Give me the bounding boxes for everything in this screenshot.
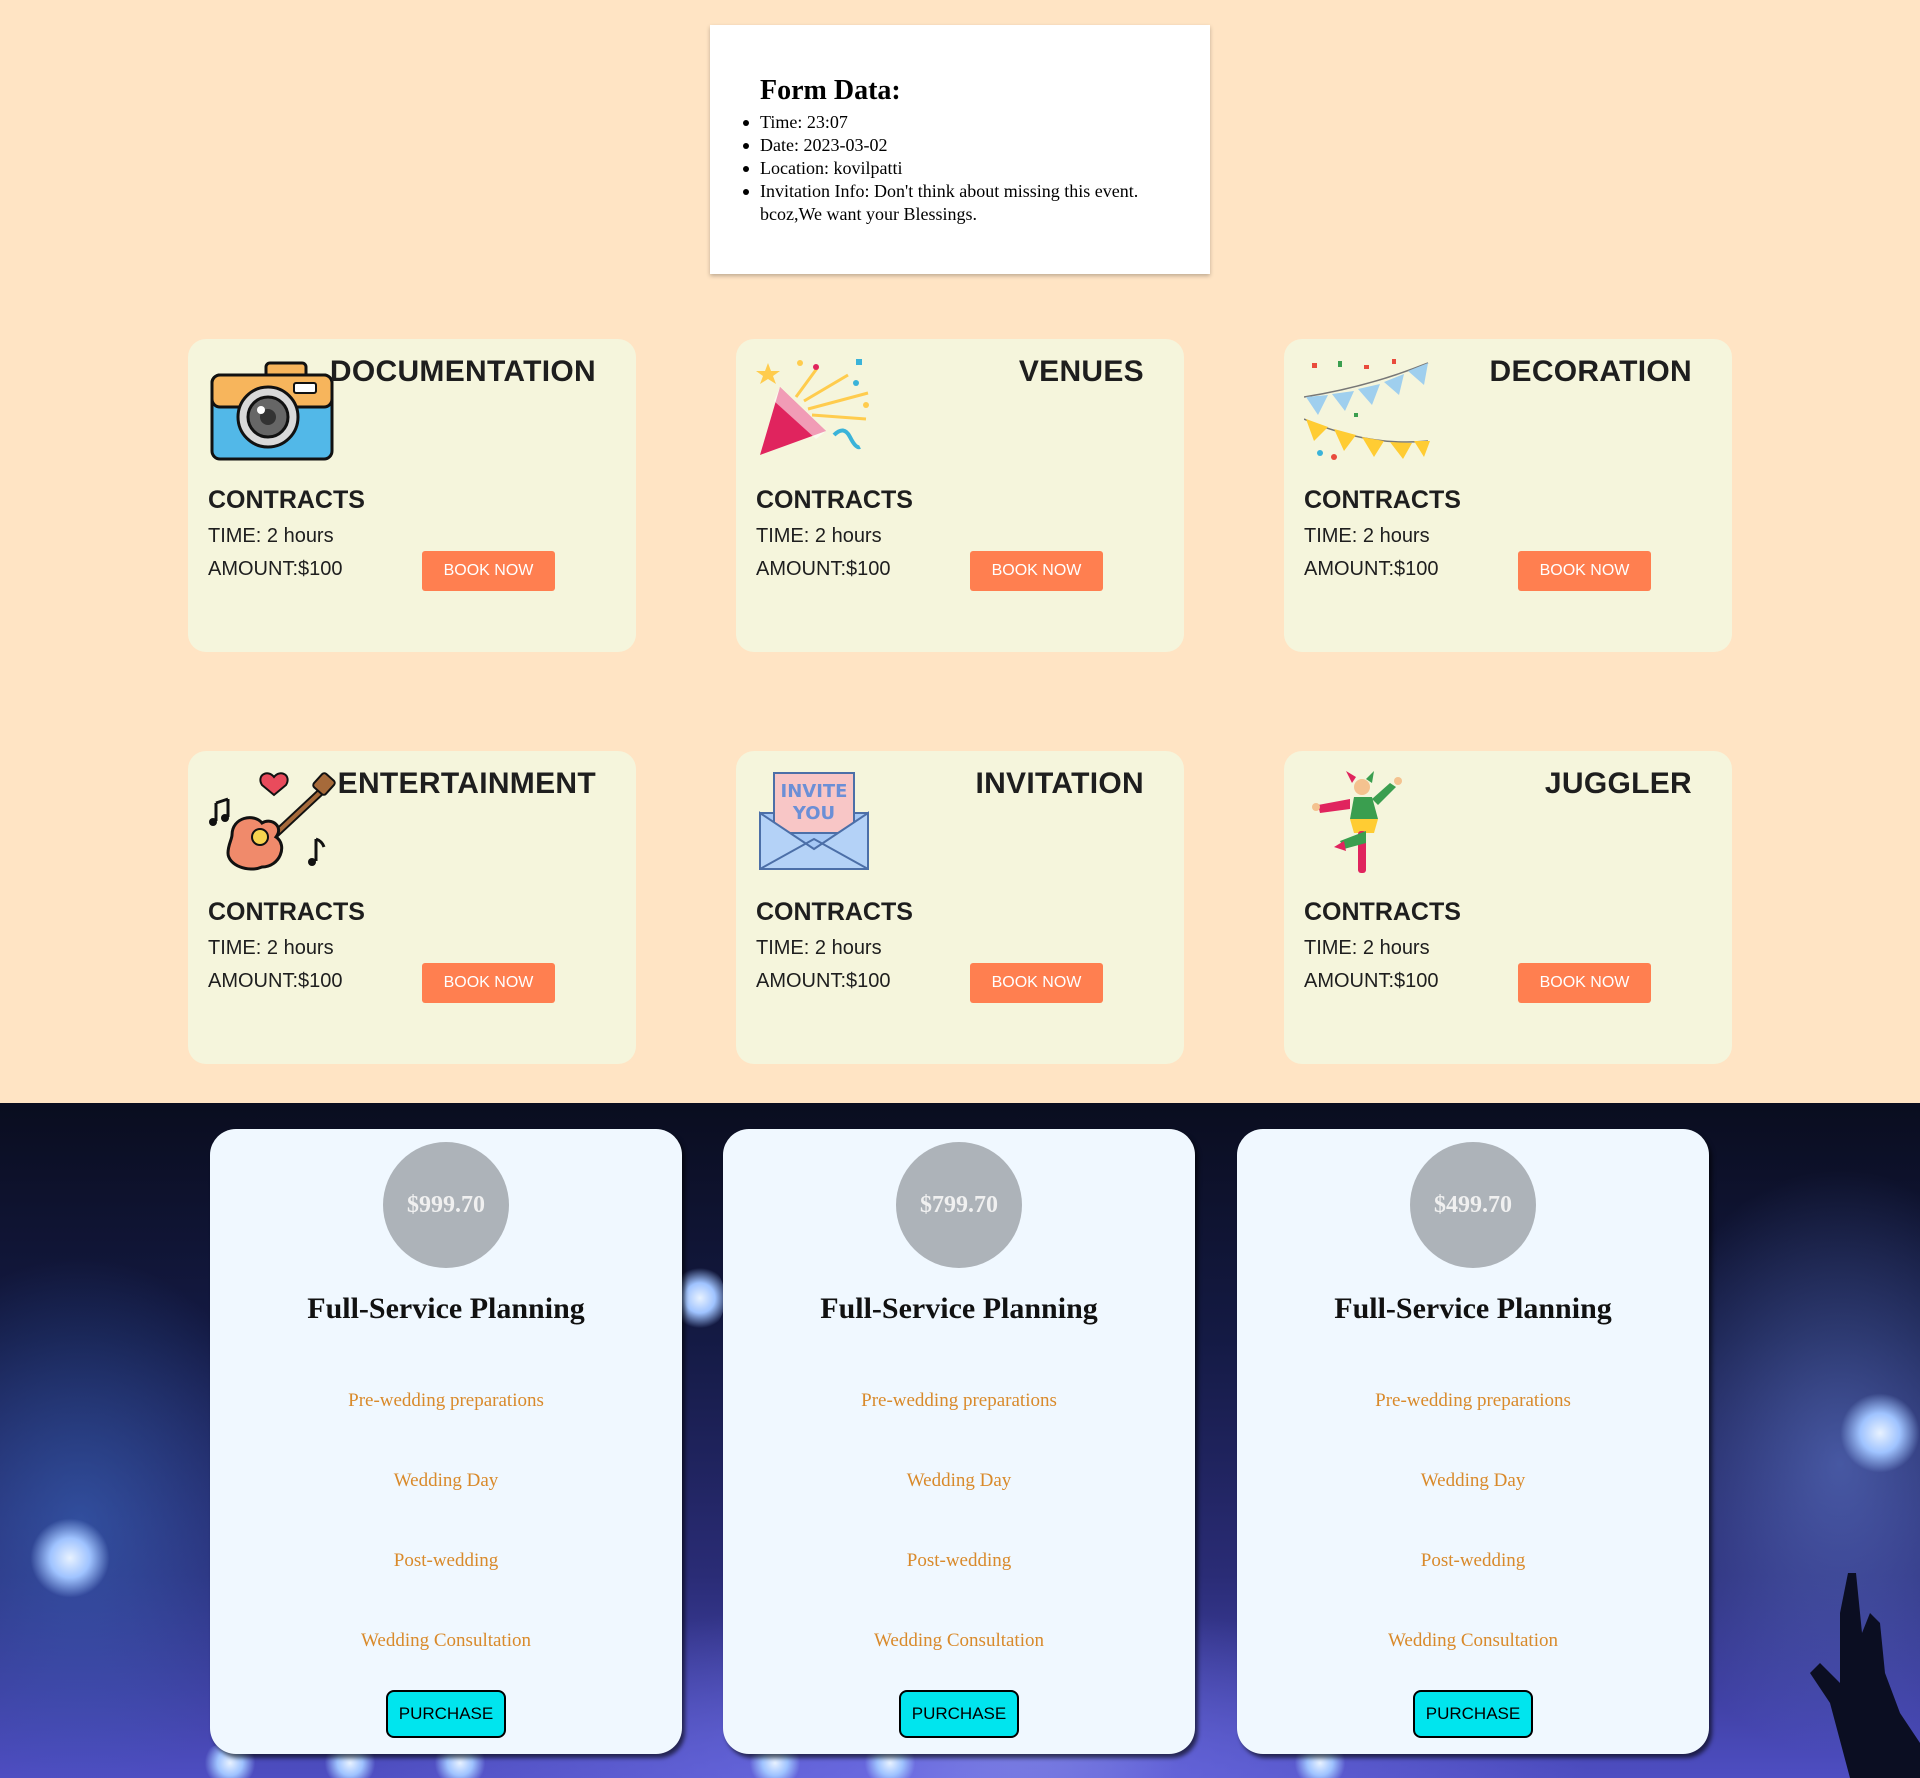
- service-amount: AMOUNT:$100: [208, 558, 343, 580]
- bunting-flags-icon: [1303, 357, 1432, 465]
- pricing-card: $499.70 Full-Service Planning Pre-weddin…: [1237, 1129, 1709, 1754]
- service-title: ENTERTAINMENT: [337, 767, 596, 800]
- service-title: VENUES: [1018, 355, 1144, 388]
- service-card-venues: VENUES CONTRACTS TIME: 2 hours AMOUNT:$1…: [736, 339, 1184, 652]
- service-card-entertainment: ENTERTAINMENT CONTRACTS TIME: 2 hours AM…: [188, 751, 636, 1064]
- pricing-card: $799.70 Full-Service Planning Pre-weddin…: [723, 1129, 1195, 1754]
- service-contracts-label: CONTRACTS: [208, 898, 365, 926]
- book-now-button[interactable]: BOOK NOW: [422, 551, 555, 591]
- price-badge: $999.70: [383, 1142, 509, 1268]
- raised-hand-silhouette: [1810, 1573, 1920, 1778]
- service-amount: AMOUNT:$100: [756, 558, 891, 580]
- jester-icon: [1304, 769, 1432, 877]
- plan-feature: Wedding Day: [906, 1470, 1012, 1491]
- form-data-heading: Form Data:: [760, 75, 901, 106]
- svg-text:YOU: YOU: [792, 803, 835, 824]
- invite-envelope-icon: INVITE YOU: [756, 769, 884, 877]
- book-now-button[interactable]: BOOK NOW: [970, 963, 1103, 1003]
- party-popper-icon: [756, 357, 884, 465]
- service-title: DOCUMENTATION: [329, 355, 596, 388]
- stage-light: [1840, 1393, 1920, 1473]
- plan-feature: Pre-wedding preparations: [1375, 1390, 1571, 1411]
- form-data-time: Time: 23:07: [743, 111, 1160, 134]
- book-now-button[interactable]: BOOK NOW: [422, 963, 555, 1003]
- plan-title: Full-Service Planning: [307, 1292, 585, 1325]
- service-contracts-label: CONTRACTS: [1304, 486, 1461, 514]
- service-time: TIME: 2 hours: [756, 937, 882, 959]
- camera-icon: [208, 357, 336, 465]
- stage-light: [30, 1518, 110, 1598]
- service-card-decoration: DECORATION CONTRACTS TIME: 2 hours AMOUN…: [1284, 339, 1732, 652]
- pricing-card: $999.70 Full-Service Planning Pre-weddin…: [210, 1129, 682, 1754]
- service-card-juggler: JUGGLER CONTRACTS TIME: 2 hours AMOUNT:$…: [1284, 751, 1732, 1064]
- service-title: INVITATION: [975, 767, 1144, 800]
- pricing-section: $999.70 Full-Service Planning Pre-weddin…: [0, 1103, 1920, 1778]
- plan-feature: Post-wedding: [906, 1550, 1012, 1571]
- service-amount: AMOUNT:$100: [1304, 558, 1439, 580]
- form-data-invitation-info: Invitation Info: Don't think about missi…: [743, 180, 1160, 226]
- service-title: DECORATION: [1489, 355, 1692, 388]
- service-card-invitation: INVITE YOU INVITATION CONTRACTS TIME: 2 …: [736, 751, 1184, 1064]
- plan-feature: Post-wedding: [1420, 1550, 1526, 1571]
- book-now-button[interactable]: BOOK NOW: [970, 551, 1103, 591]
- service-amount: AMOUNT:$100: [1304, 970, 1439, 992]
- plan-title: Full-Service Planning: [820, 1292, 1098, 1325]
- plan-feature: Wedding Day: [393, 1470, 499, 1491]
- plan-feature: Post-wedding: [393, 1550, 499, 1571]
- service-contracts-label: CONTRACTS: [208, 486, 365, 514]
- service-time: TIME: 2 hours: [756, 525, 882, 547]
- guitar-icon: [208, 769, 336, 877]
- service-contracts-label: CONTRACTS: [756, 898, 913, 926]
- service-time: TIME: 2 hours: [1304, 525, 1430, 547]
- service-title: JUGGLER: [1544, 767, 1692, 800]
- price-badge: $799.70: [896, 1142, 1022, 1268]
- service-contracts-label: CONTRACTS: [756, 486, 913, 514]
- purchase-button[interactable]: PURCHASE: [386, 1690, 506, 1738]
- service-amount: AMOUNT:$100: [756, 970, 891, 992]
- service-amount: AMOUNT:$100: [208, 970, 343, 992]
- service-time: TIME: 2 hours: [208, 525, 334, 547]
- plan-feature: Wedding Consultation: [874, 1630, 1044, 1651]
- service-time: TIME: 2 hours: [1304, 937, 1430, 959]
- book-now-button[interactable]: BOOK NOW: [1518, 551, 1651, 591]
- form-data-date: Date: 2023-03-02: [743, 134, 1160, 157]
- purchase-button[interactable]: PURCHASE: [899, 1690, 1019, 1738]
- plan-title: Full-Service Planning: [1334, 1292, 1612, 1325]
- plan-feature: Wedding Consultation: [361, 1630, 531, 1651]
- form-data-list: Time: 23:07 Date: 2023-03-02 Location: k…: [743, 111, 1160, 226]
- svg-text:INVITE: INVITE: [781, 781, 848, 802]
- service-card-documentation: DOCUMENTATION CONTRACTS TIME: 2 hours AM…: [188, 339, 636, 652]
- form-data-location: Location: kovilpatti: [743, 157, 1160, 180]
- plan-feature: Wedding Consultation: [1388, 1630, 1558, 1651]
- plan-feature: Pre-wedding preparations: [348, 1390, 544, 1411]
- plan-feature: Pre-wedding preparations: [861, 1390, 1057, 1411]
- purchase-button[interactable]: PURCHASE: [1413, 1690, 1533, 1738]
- book-now-button[interactable]: BOOK NOW: [1518, 963, 1651, 1003]
- price-badge: $499.70: [1410, 1142, 1536, 1268]
- plan-feature: Wedding Day: [1420, 1470, 1526, 1491]
- form-data-box: Form Data: Time: 23:07 Date: 2023-03-02 …: [710, 25, 1210, 274]
- service-contracts-label: CONTRACTS: [1304, 898, 1461, 926]
- service-time: TIME: 2 hours: [208, 937, 334, 959]
- stage-light: [675, 1263, 725, 1333]
